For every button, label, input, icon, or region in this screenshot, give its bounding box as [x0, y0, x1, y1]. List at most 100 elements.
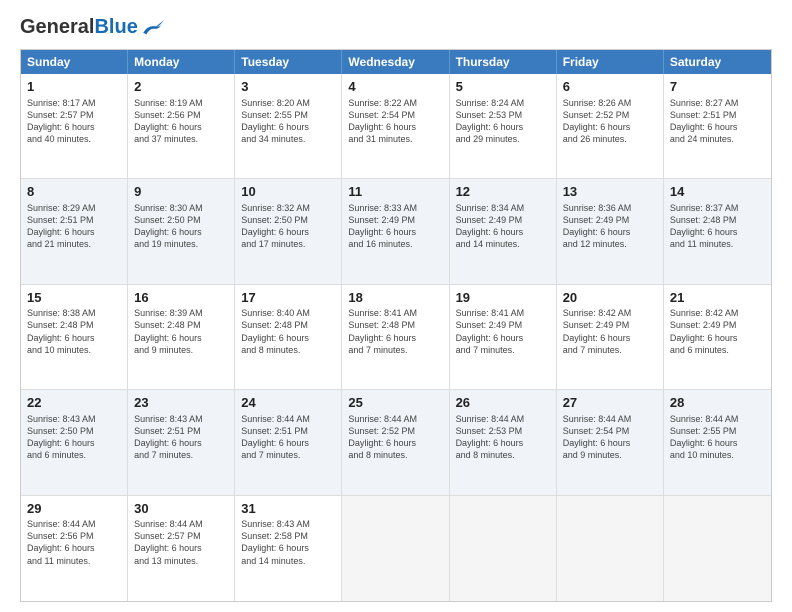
- day-info: Daylight: 6 hours: [670, 332, 765, 344]
- day-info: Daylight: 6 hours: [27, 437, 121, 449]
- day-info: Sunrise: 8:30 AM: [134, 202, 228, 214]
- day-info: Sunset: 2:48 PM: [134, 319, 228, 331]
- day-info: and 7 minutes.: [456, 344, 550, 356]
- day-number: 8: [27, 183, 121, 201]
- day-info: Sunset: 2:50 PM: [27, 425, 121, 437]
- day-number: 26: [456, 394, 550, 412]
- calendar-cell: 20Sunrise: 8:42 AMSunset: 2:49 PMDayligh…: [557, 285, 664, 389]
- calendar-cell: 25Sunrise: 8:44 AMSunset: 2:52 PMDayligh…: [342, 390, 449, 494]
- calendar-cell: 16Sunrise: 8:39 AMSunset: 2:48 PMDayligh…: [128, 285, 235, 389]
- day-info: Daylight: 6 hours: [563, 437, 657, 449]
- day-info: Sunrise: 8:42 AM: [670, 307, 765, 319]
- calendar-cell: 4Sunrise: 8:22 AMSunset: 2:54 PMDaylight…: [342, 74, 449, 178]
- day-info: and 29 minutes.: [456, 133, 550, 145]
- day-number: 9: [134, 183, 228, 201]
- calendar-cell: 2Sunrise: 8:19 AMSunset: 2:56 PMDaylight…: [128, 74, 235, 178]
- day-info: Sunset: 2:49 PM: [563, 214, 657, 226]
- day-info: and 31 minutes.: [348, 133, 442, 145]
- empty-cell: [557, 496, 664, 601]
- day-info: and 34 minutes.: [241, 133, 335, 145]
- calendar-cell: 31Sunrise: 8:43 AMSunset: 2:58 PMDayligh…: [235, 496, 342, 601]
- day-info: and 10 minutes.: [27, 344, 121, 356]
- day-info: and 7 minutes.: [241, 449, 335, 461]
- day-info: and 13 minutes.: [134, 555, 228, 567]
- day-number: 18: [348, 289, 442, 307]
- day-info: Daylight: 6 hours: [456, 226, 550, 238]
- day-info: and 14 minutes.: [241, 555, 335, 567]
- day-info: and 24 minutes.: [670, 133, 765, 145]
- day-info: Sunrise: 8:44 AM: [134, 518, 228, 530]
- day-info: Sunset: 2:52 PM: [348, 425, 442, 437]
- calendar-cell: 6Sunrise: 8:26 AMSunset: 2:52 PMDaylight…: [557, 74, 664, 178]
- calendar-cell: 26Sunrise: 8:44 AMSunset: 2:53 PMDayligh…: [450, 390, 557, 494]
- day-info: Sunset: 2:51 PM: [670, 109, 765, 121]
- day-number: 14: [670, 183, 765, 201]
- day-info: Sunset: 2:53 PM: [456, 425, 550, 437]
- day-info: Daylight: 6 hours: [456, 332, 550, 344]
- day-info: Sunset: 2:51 PM: [241, 425, 335, 437]
- day-info: Sunset: 2:48 PM: [241, 319, 335, 331]
- day-number: 30: [134, 500, 228, 518]
- day-info: Sunrise: 8:43 AM: [134, 413, 228, 425]
- day-info: Daylight: 6 hours: [134, 542, 228, 554]
- day-info: and 6 minutes.: [670, 344, 765, 356]
- day-info: Sunset: 2:56 PM: [134, 109, 228, 121]
- calendar-row: 15Sunrise: 8:38 AMSunset: 2:48 PMDayligh…: [21, 285, 771, 390]
- day-info: Daylight: 6 hours: [27, 332, 121, 344]
- calendar-cell: 17Sunrise: 8:40 AMSunset: 2:48 PMDayligh…: [235, 285, 342, 389]
- day-info: Sunrise: 8:32 AM: [241, 202, 335, 214]
- logo: GeneralBlue: [20, 16, 164, 39]
- day-info: Sunset: 2:57 PM: [27, 109, 121, 121]
- logo-text: GeneralBlue: [20, 16, 138, 39]
- day-info: Sunset: 2:49 PM: [348, 214, 442, 226]
- calendar-cell: 19Sunrise: 8:41 AMSunset: 2:49 PMDayligh…: [450, 285, 557, 389]
- day-info: Sunset: 2:52 PM: [563, 109, 657, 121]
- day-number: 15: [27, 289, 121, 307]
- day-info: Sunset: 2:50 PM: [134, 214, 228, 226]
- day-info: Sunrise: 8:43 AM: [241, 518, 335, 530]
- day-number: 12: [456, 183, 550, 201]
- day-info: Sunset: 2:48 PM: [670, 214, 765, 226]
- weekday-header: Friday: [557, 50, 664, 74]
- weekday-header: Sunday: [21, 50, 128, 74]
- day-number: 6: [563, 78, 657, 96]
- day-info: and 7 minutes.: [348, 344, 442, 356]
- header: GeneralBlue: [20, 16, 772, 39]
- day-info: Daylight: 6 hours: [241, 332, 335, 344]
- day-info: and 19 minutes.: [134, 238, 228, 250]
- day-number: 24: [241, 394, 335, 412]
- day-number: 7: [670, 78, 765, 96]
- day-info: Sunrise: 8:39 AM: [134, 307, 228, 319]
- day-info: Sunrise: 8:29 AM: [27, 202, 121, 214]
- weekday-header: Thursday: [450, 50, 557, 74]
- day-info: and 8 minutes.: [456, 449, 550, 461]
- day-info: Daylight: 6 hours: [134, 332, 228, 344]
- day-info: Sunrise: 8:22 AM: [348, 97, 442, 109]
- empty-cell: [450, 496, 557, 601]
- day-number: 19: [456, 289, 550, 307]
- logo-bird-icon: [140, 18, 164, 38]
- calendar-cell: 3Sunrise: 8:20 AMSunset: 2:55 PMDaylight…: [235, 74, 342, 178]
- day-info: and 14 minutes.: [456, 238, 550, 250]
- day-info: and 10 minutes.: [670, 449, 765, 461]
- calendar-cell: 13Sunrise: 8:36 AMSunset: 2:49 PMDayligh…: [557, 179, 664, 283]
- day-info: Daylight: 6 hours: [27, 226, 121, 238]
- day-info: Sunset: 2:57 PM: [134, 530, 228, 542]
- calendar-body: 1Sunrise: 8:17 AMSunset: 2:57 PMDaylight…: [21, 74, 771, 601]
- day-info: Sunset: 2:53 PM: [456, 109, 550, 121]
- calendar-cell: 27Sunrise: 8:44 AMSunset: 2:54 PMDayligh…: [557, 390, 664, 494]
- day-number: 28: [670, 394, 765, 412]
- calendar-row: 1Sunrise: 8:17 AMSunset: 2:57 PMDaylight…: [21, 74, 771, 179]
- day-info: Sunset: 2:50 PM: [241, 214, 335, 226]
- day-info: and 9 minutes.: [563, 449, 657, 461]
- day-info: Daylight: 6 hours: [134, 437, 228, 449]
- day-info: Sunrise: 8:19 AM: [134, 97, 228, 109]
- day-info: Sunrise: 8:37 AM: [670, 202, 765, 214]
- day-info: Sunset: 2:49 PM: [456, 319, 550, 331]
- day-number: 27: [563, 394, 657, 412]
- calendar-cell: 15Sunrise: 8:38 AMSunset: 2:48 PMDayligh…: [21, 285, 128, 389]
- day-info: Sunset: 2:54 PM: [348, 109, 442, 121]
- day-info: Sunrise: 8:38 AM: [27, 307, 121, 319]
- day-info: Daylight: 6 hours: [563, 121, 657, 133]
- day-info: and 21 minutes.: [27, 238, 121, 250]
